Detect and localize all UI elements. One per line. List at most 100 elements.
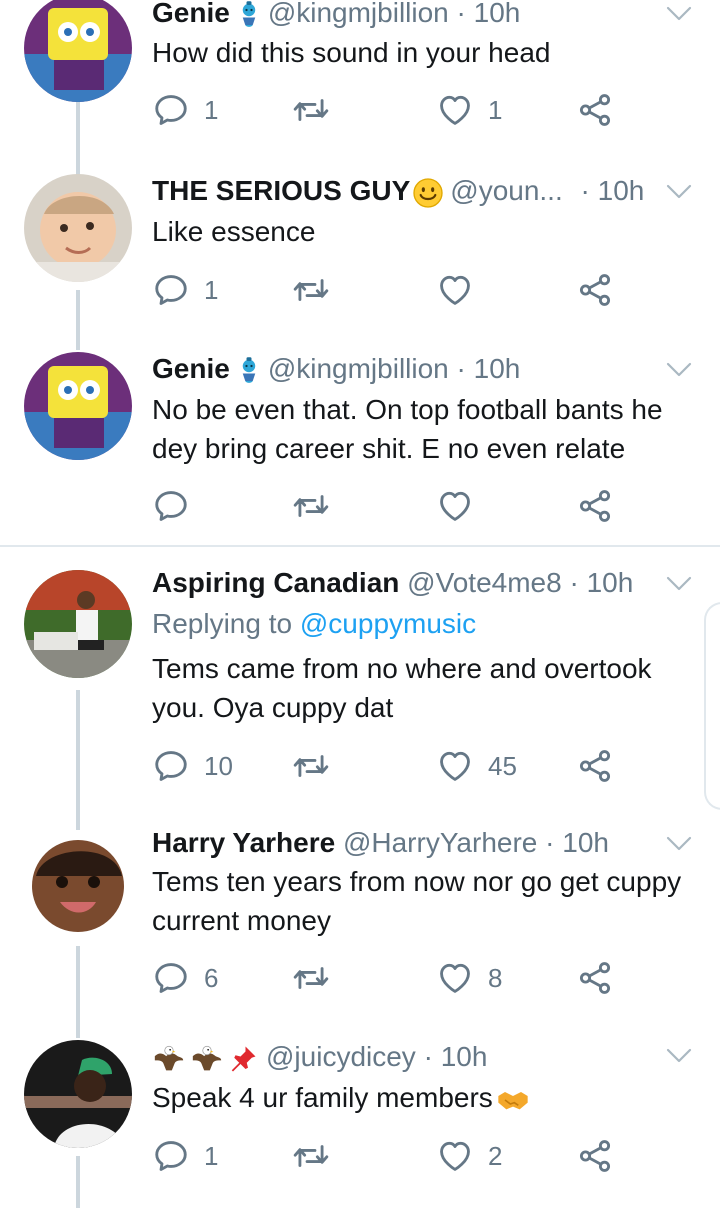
retweet-button[interactable]	[292, 746, 330, 786]
handle[interactable]: @Vote4me8	[407, 567, 562, 598]
timestamp[interactable]: · 10h	[457, 0, 521, 28]
reply-button[interactable]: 6	[152, 958, 218, 998]
tweet[interactable]: Genie @kingmjbillion · 10h No be even tha…	[0, 352, 720, 542]
reply-icon	[152, 91, 190, 129]
genie-icon	[234, 0, 264, 30]
handle[interactable]: @juicydicey	[266, 1041, 416, 1072]
share-button[interactable]	[576, 958, 614, 998]
like-button[interactable]: 8	[436, 958, 502, 998]
share-button[interactable]	[576, 90, 614, 130]
tweet-actions: 1 2	[152, 1136, 632, 1176]
tweet[interactable]: Genie @kingmjbillion · 10h How did this s…	[0, 0, 720, 140]
timestamp[interactable]: · 10h	[581, 175, 645, 206]
tweet[interactable]: Harry Yarhere @HarryYarhere · 10h Tems t…	[0, 826, 720, 1016]
avatar[interactable]	[24, 830, 132, 938]
tweet-actions: 6 8	[152, 958, 632, 998]
tweet-header: @juicydicey · 10h	[152, 1040, 660, 1074]
timestamp[interactable]: · 10h	[424, 1041, 488, 1072]
retweet-button[interactable]	[292, 958, 330, 998]
like-count: 45	[488, 750, 517, 781]
tweet-text-content: Speak 4 ur family members	[152, 1082, 493, 1113]
retweet-icon	[292, 487, 330, 525]
chevron-down-icon[interactable]	[666, 574, 692, 594]
share-button[interactable]	[576, 486, 614, 526]
display-name[interactable]: Genie	[152, 0, 230, 28]
retweet-icon	[292, 91, 330, 129]
share-button[interactable]	[576, 1136, 614, 1176]
share-icon	[576, 747, 614, 785]
reply-icon	[152, 747, 190, 785]
tweet-text: Speak 4 ur family members	[152, 1078, 702, 1117]
reply-button[interactable]: 1	[152, 90, 218, 130]
tweet-text: Tems came from no where and overtook you…	[152, 653, 652, 723]
tweet-actions: 1	[152, 270, 632, 310]
tweet[interactable]: Aspiring Canadian @Vote4me8 · 10h Replyi…	[0, 566, 720, 806]
reply-count: 1	[204, 1140, 219, 1171]
like-count: 8	[488, 962, 503, 993]
like-button[interactable]: 45	[436, 746, 517, 786]
tweet-header: THE SERIOUS GUY @youn... · 10h	[152, 174, 660, 208]
share-button[interactable]	[576, 746, 614, 786]
avatar[interactable]	[24, 174, 132, 282]
like-button[interactable]: 2	[436, 1136, 502, 1176]
display-name[interactable]: Aspiring Canadian	[152, 567, 399, 598]
replying-to: Replying to @cuppymusic	[152, 607, 476, 641]
retweet-button[interactable]	[292, 486, 330, 526]
heart-icon	[436, 959, 474, 997]
tweet-actions	[152, 486, 632, 526]
mention-link[interactable]: @cuppymusic	[300, 608, 476, 639]
chevron-down-icon[interactable]	[666, 360, 692, 380]
reply-button[interactable]	[152, 486, 190, 526]
heart-icon	[436, 271, 474, 309]
handle[interactable]: @kingmjbillion	[268, 353, 449, 384]
avatar[interactable]	[24, 570, 132, 678]
reply-icon	[152, 1137, 190, 1175]
like-button[interactable]	[436, 270, 474, 310]
tweet-text: How did this sound in your head	[152, 37, 551, 68]
avatar[interactable]	[24, 352, 132, 460]
timestamp[interactable]: · 10h	[569, 567, 633, 598]
like-button[interactable]	[436, 486, 474, 526]
chevron-down-icon[interactable]	[666, 182, 692, 202]
like-count: 1	[488, 94, 503, 125]
display-name[interactable]: THE SERIOUS GUY	[152, 175, 410, 206]
timestamp[interactable]: · 10h	[545, 827, 609, 858]
timestamp[interactable]: · 10h	[457, 353, 521, 384]
handle[interactable]: @HarryYarhere	[343, 827, 537, 858]
retweet-button[interactable]	[292, 90, 330, 130]
pushpin-icon	[228, 1044, 258, 1074]
tweet-header: Genie @kingmjbillion · 10h	[152, 352, 660, 386]
share-button[interactable]	[576, 270, 614, 310]
tweet[interactable]: @juicydicey · 10h Speak 4 ur family memb…	[0, 1040, 720, 1208]
chevron-down-icon[interactable]	[666, 4, 692, 24]
reply-button[interactable]: 10	[152, 746, 233, 786]
display-name[interactable]: Genie	[152, 353, 230, 384]
like-button[interactable]: 1	[436, 90, 502, 130]
tweet-header: Aspiring Canadian @Vote4me8 · 10h	[152, 566, 660, 600]
handle[interactable]: @youn...	[450, 175, 562, 206]
reply-icon	[152, 271, 190, 309]
tweet[interactable]: THE SERIOUS GUY @youn... · 10h Like essen…	[0, 174, 720, 324]
heart-icon	[436, 1137, 474, 1175]
chevron-down-icon[interactable]	[666, 834, 692, 854]
handshake-icon	[495, 1084, 531, 1116]
reply-icon	[152, 959, 190, 997]
replying-label: Replying to	[152, 608, 293, 639]
retweet-button[interactable]	[292, 1136, 330, 1176]
smiling-face-icon	[412, 177, 444, 208]
retweet-icon	[292, 271, 330, 309]
reply-button[interactable]: 1	[152, 1136, 218, 1176]
share-icon	[576, 271, 614, 309]
handle[interactable]: @kingmjbillion	[268, 0, 449, 28]
chevron-down-icon[interactable]	[666, 1046, 692, 1066]
retweet-button[interactable]	[292, 270, 330, 310]
avatar[interactable]	[24, 1040, 132, 1148]
display-name[interactable]: Harry Yarhere	[152, 827, 335, 858]
reply-button[interactable]: 1	[152, 270, 218, 310]
tweet-header: Harry Yarhere @HarryYarhere · 10h	[152, 826, 660, 860]
reply-count: 6	[204, 962, 219, 993]
avatar[interactable]	[24, 0, 132, 102]
heart-icon	[436, 487, 474, 525]
eagle-icon	[152, 1042, 186, 1074]
reply-count: 10	[204, 750, 233, 781]
